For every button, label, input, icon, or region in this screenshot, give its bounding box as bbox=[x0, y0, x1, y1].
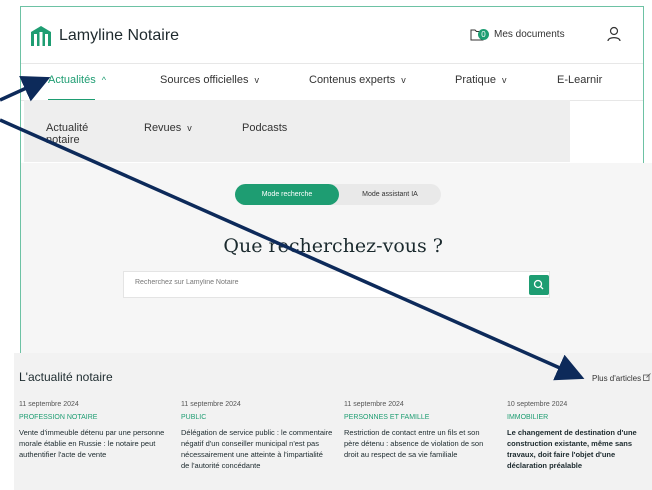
external-link-icon bbox=[643, 373, 652, 381]
nav-item-contenus-experts[interactable]: Contenus experts v bbox=[309, 74, 406, 86]
search-input[interactable] bbox=[133, 278, 517, 287]
nav-item-label: Pratique bbox=[455, 74, 496, 86]
logo-icon[interactable] bbox=[30, 24, 52, 48]
news-card-date: 10 septembre 2024 bbox=[507, 401, 568, 408]
chevron-down-icon: v bbox=[254, 75, 259, 85]
subnav-item-revues[interactable]: Revues v bbox=[144, 122, 192, 134]
news-card-category: PUBLIC bbox=[181, 414, 207, 421]
news-card[interactable]: 11 septembre 2024 PROFESSION NOTAIRE Ven… bbox=[19, 401, 171, 460]
news-section-title: L'actualité notaire bbox=[19, 370, 113, 384]
folder-icon: 0 bbox=[470, 28, 489, 41]
news-card-category: PROFESSION NOTAIRE bbox=[19, 414, 98, 421]
search-bar bbox=[123, 271, 550, 298]
main-nav: Actualités ^ Sources officielles v Contenu… bbox=[21, 63, 643, 101]
user-icon[interactable] bbox=[607, 26, 621, 42]
news-card-category: IMMOBILIER bbox=[507, 414, 549, 421]
nav-item-label: Sources officielles bbox=[160, 74, 249, 86]
documents-count-badge: 0 bbox=[478, 29, 489, 40]
nav-item-actualites[interactable]: Actualités ^ bbox=[48, 74, 106, 86]
news-card-title: Vente d'immeuble détenu par une personne… bbox=[19, 428, 165, 459]
subnav-item-podcasts[interactable]: Podcasts bbox=[242, 122, 287, 134]
chevron-down-icon: v bbox=[501, 75, 507, 85]
chevron-up-icon: ^ bbox=[101, 75, 106, 85]
search-icon bbox=[533, 279, 544, 290]
news-card-date: 11 septembre 2024 bbox=[19, 401, 79, 408]
my-documents-link[interactable]: 0 Mes documents bbox=[470, 28, 565, 41]
search-heading: Que recherchez-vous ? bbox=[223, 235, 443, 257]
news-card-date: 11 septembre 2024 bbox=[181, 401, 241, 408]
chevron-down-icon: v bbox=[187, 123, 192, 133]
news-card[interactable]: 11 septembre 2024 PERSONNES ET FAMILLE R… bbox=[344, 401, 496, 460]
search-mode-toggle: Mode recherche Mode assistant IA bbox=[235, 184, 441, 205]
nav-item-e-learning[interactable]: E-Learnir bbox=[557, 74, 602, 86]
subnav-item-label: Revues bbox=[144, 122, 182, 134]
subnav-panel: Actualité notaire Revues v Podcasts bbox=[24, 100, 570, 162]
brand-name[interactable]: Lamyline Notaire bbox=[59, 27, 179, 45]
news-card-date: 11 septembre 2024 bbox=[344, 401, 404, 408]
subnav-item-actualite-notaire[interactable]: Actualité notaire bbox=[46, 122, 98, 146]
more-articles-link[interactable]: Plus d'articles bbox=[592, 373, 652, 383]
news-card[interactable]: 11 septembre 2024 PUBLIC Délégation de s… bbox=[181, 401, 333, 471]
news-section: L'actualité notaire Plus d'articles 11 s… bbox=[14, 353, 652, 490]
nav-item-pratique[interactable]: Pratique v bbox=[455, 74, 506, 86]
mode-assistant-ia-button[interactable]: Mode assistant IA bbox=[345, 184, 435, 205]
news-card-title: Le changement de destination d'une const… bbox=[507, 428, 637, 470]
search-area: Mode recherche Mode assistant IA Que rec… bbox=[21, 163, 652, 353]
news-card[interactable]: 10 septembre 2024 IMMOBILIER Le changeme… bbox=[507, 401, 647, 471]
chevron-down-icon: v bbox=[401, 75, 406, 85]
more-articles-label: Plus d'articles bbox=[592, 374, 642, 383]
search-button[interactable] bbox=[529, 275, 549, 295]
news-card-title: Délégation de service public : le commen… bbox=[181, 428, 333, 470]
news-card-title: Restriction de contact entre un fils et … bbox=[344, 428, 484, 459]
header: Lamyline Notaire 0 Mes documents bbox=[21, 7, 643, 63]
nav-item-label: Contenus experts bbox=[309, 74, 396, 86]
news-card-category: PERSONNES ET FAMILLE bbox=[344, 414, 430, 421]
nav-item-sources-officielles[interactable]: Sources officielles v bbox=[160, 74, 259, 86]
mode-recherche-button[interactable]: Mode recherche bbox=[235, 184, 339, 205]
my-documents-label: Mes documents bbox=[494, 29, 565, 40]
nav-item-label: E-Learnir bbox=[557, 74, 603, 86]
nav-item-label: Actualités bbox=[48, 74, 96, 86]
